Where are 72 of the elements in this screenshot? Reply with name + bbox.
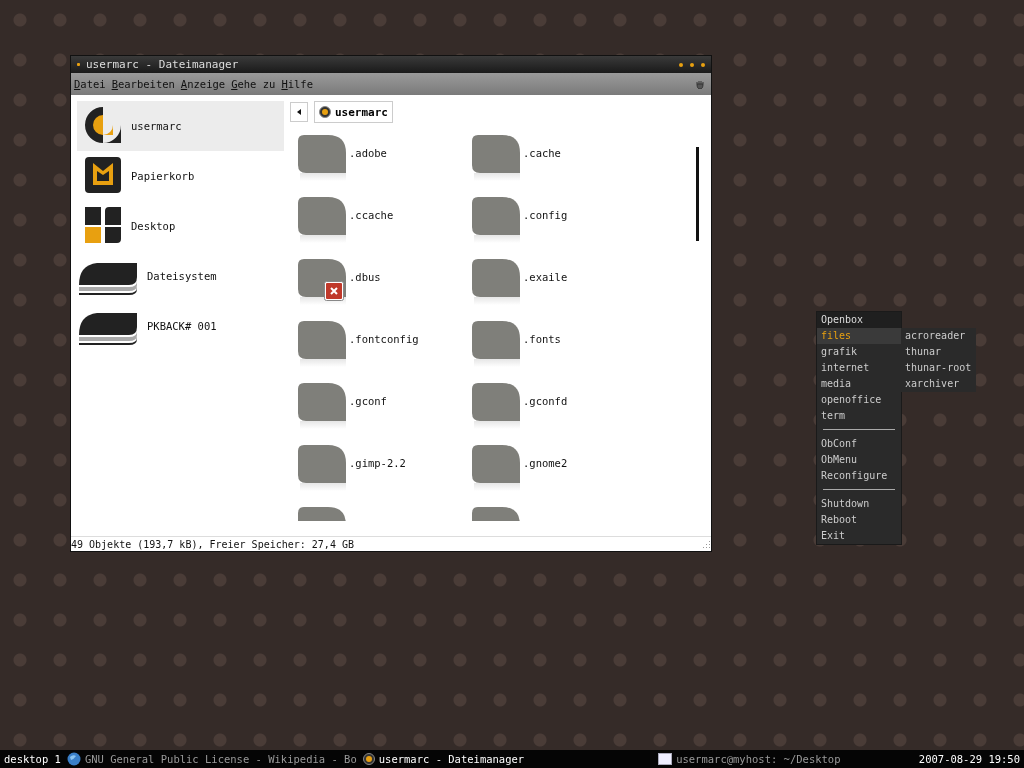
- app-icon: [319, 106, 331, 118]
- folder-icon: [472, 135, 520, 181]
- menu-item[interactable]: Hilfe: [281, 78, 313, 90]
- folder-icon: [298, 383, 346, 429]
- window-icon: [658, 753, 673, 765]
- file-name[interactable]: .fontconfig: [349, 333, 419, 345]
- globe-icon: [66, 752, 81, 766]
- taskbar-task[interactable]: usermarc - Dateimanager: [362, 753, 525, 765]
- folder-icon: [472, 383, 520, 429]
- folder-icon: [472, 197, 520, 243]
- sidebar-item[interactable]: usermarc: [77, 101, 284, 151]
- folder-icon: [472, 259, 520, 305]
- folder-icon: [298, 135, 346, 181]
- menu-entry[interactable]: Shutdown: [817, 496, 901, 512]
- menu-item[interactable]: Gehe zu: [231, 78, 276, 90]
- menu-entry[interactable]: files: [817, 328, 901, 344]
- clock: 2007-08-29 19:50: [918, 753, 1020, 765]
- menu-entry[interactable]: openoffice: [817, 392, 901, 408]
- menu-entry[interactable]: thunar: [901, 344, 976, 360]
- taskbar-task[interactable]: GNU General Public License - Wikipedia - Bo: [66, 752, 357, 766]
- file-name[interactable]: .gconf: [349, 395, 387, 407]
- sidebar-item[interactable]: Papierkorb: [77, 151, 284, 201]
- file-name[interactable]: .fonts: [523, 333, 561, 345]
- folder-icon: [472, 321, 520, 367]
- sidebar-item[interactable]: Dateisystem: [77, 251, 284, 301]
- window-buttons-icon[interactable]: [679, 62, 705, 67]
- menu-entry[interactable]: grafik: [817, 344, 901, 360]
- sidebar-item[interactable]: PKBACK# 001: [77, 301, 284, 351]
- file-name[interactable]: .gconfd: [523, 395, 568, 407]
- sidebar-label: usermarc: [131, 120, 182, 132]
- file-name[interactable]: .config: [523, 209, 568, 221]
- menu-entry[interactable]: Exit: [817, 528, 901, 544]
- file-name[interactable]: .dbus: [349, 271, 381, 283]
- sidebar-label: Desktop: [131, 220, 176, 232]
- menu-entry[interactable]: ObMenu: [817, 452, 901, 468]
- menu-entry[interactable]: ObConf: [817, 436, 901, 452]
- back-button[interactable]: [290, 102, 308, 122]
- status-text: 49 Objekte (193,7 kB), Freier Speicher: 27,4 GB: [71, 538, 354, 550]
- file-name[interactable]: .ccache: [349, 209, 394, 221]
- menu-title: Openbox: [817, 312, 901, 328]
- folder-icon: [298, 321, 346, 367]
- file-name[interactable]: .gnome2: [523, 457, 568, 469]
- menu-entry[interactable]: media: [817, 376, 901, 392]
- menu-entry[interactable]: acroreader: [901, 328, 976, 344]
- menu-entry[interactable]: term: [817, 408, 901, 424]
- sidebar-label: PKBACK# 001: [147, 320, 217, 332]
- resize-grip-icon[interactable]: [702, 539, 711, 549]
- file-name[interactable]: .exaile: [523, 271, 568, 283]
- menu-item[interactable]: Anzeige: [180, 78, 226, 90]
- folder-icon: [298, 197, 346, 243]
- window-title: usermarc - Dateimanager: [86, 58, 239, 71]
- folder-icon: [298, 445, 346, 491]
- menu-entry[interactable]: Reboot: [817, 512, 901, 528]
- menu-item[interactable]: Bearbeiten: [111, 78, 175, 90]
- menu-item[interactable]: Datei: [74, 78, 106, 90]
- sidebar-item[interactable]: Desktop: [77, 201, 284, 251]
- file-name[interactable]: .cache: [523, 147, 561, 159]
- scrollbar[interactable]: [696, 147, 699, 241]
- file-name[interactable]: .gimp-2.2: [349, 457, 406, 469]
- location-button[interactable]: usermarc: [314, 101, 393, 123]
- file-name[interactable]: .adobe: [349, 147, 387, 159]
- taskbar-task[interactable]: usermarc@myhost: ~/Desktop: [658, 753, 841, 765]
- sidebar-label: Dateisystem: [147, 270, 217, 282]
- menu-entry[interactable]: thunar-root: [901, 360, 976, 376]
- app-icon: [362, 753, 375, 765]
- menu-entry[interactable]: xarchiver: [901, 376, 976, 392]
- menu-entry[interactable]: Reconfigure: [817, 468, 901, 484]
- sidebar-label: Papierkorb: [131, 170, 195, 182]
- folder-icon: [472, 445, 520, 491]
- desktop-name[interactable]: desktop 1: [4, 753, 61, 765]
- back-arrow-icon: [297, 109, 301, 115]
- menu-entry[interactable]: internet: [817, 360, 901, 376]
